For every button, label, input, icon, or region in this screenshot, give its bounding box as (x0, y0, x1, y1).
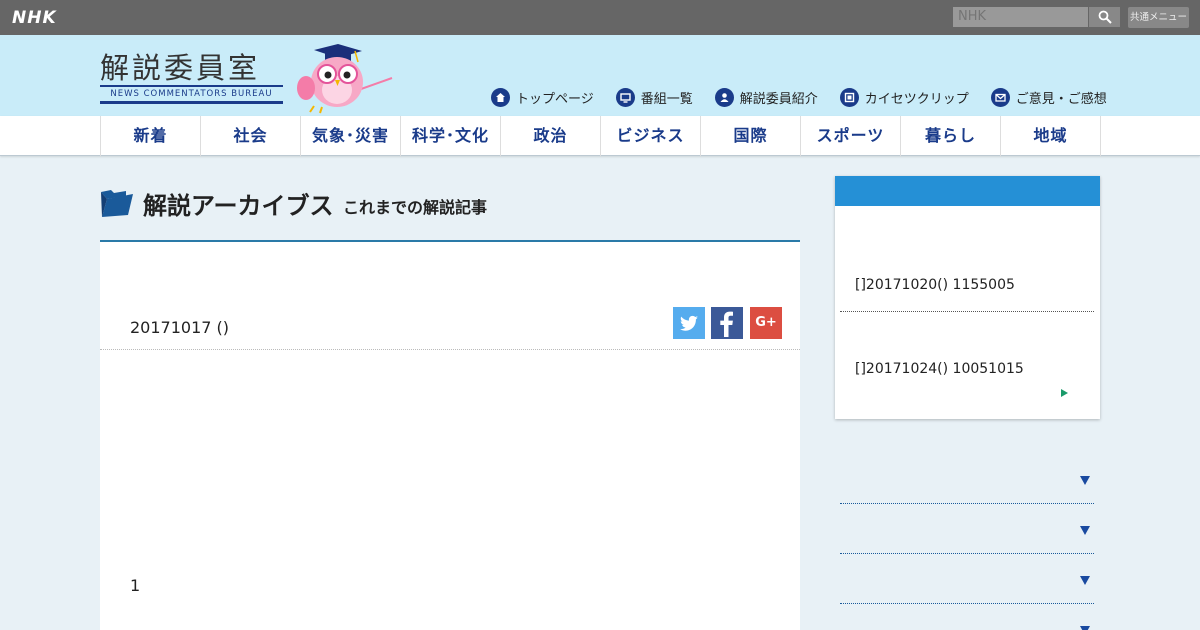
folder-icon (101, 190, 133, 217)
category-tab-science-culture[interactable]: 科学･文化 (401, 116, 501, 156)
facebook-icon (720, 311, 733, 337)
accordion-row[interactable] (840, 554, 1094, 604)
accordion-row[interactable] (840, 454, 1094, 504)
search-button[interactable] (1089, 7, 1120, 27)
nav-link-label: カイセツクリップ (864, 91, 969, 107)
site-header: 解説委員室 NEWS COMMENTATORS BUREAU トップページ 番組… (0, 35, 1200, 116)
common-menu-button[interactable]: 共通メニュー (1128, 7, 1189, 28)
category-tab-sports[interactable]: スポーツ (801, 116, 901, 156)
divider (840, 311, 1094, 312)
person-icon (714, 87, 734, 107)
category-tab-business[interactable]: ビジネス (601, 116, 701, 156)
film-icon (839, 87, 859, 107)
category-tab-lifestyle[interactable]: 暮らし (901, 116, 1001, 156)
mail-icon (990, 87, 1010, 107)
twitter-share-button[interactable] (673, 307, 705, 339)
page-number[interactable]: 1 (130, 576, 140, 595)
article-date: 20171017 () (130, 318, 230, 337)
search-icon (1098, 10, 1112, 24)
google-plus-icon: G+ (755, 315, 777, 330)
owl-mascot-icon (297, 44, 393, 114)
category-nav: 新着 社会 気象･災害 科学･文化 政治 ビジネス 国際 スポーツ 暮らし 地域 (0, 116, 1200, 156)
nav-link-label: 解説委員紹介 (739, 91, 818, 107)
divider (100, 349, 800, 350)
nav-link-clip[interactable]: カイセツクリップ (839, 87, 969, 107)
nav-link-top[interactable]: トップページ (491, 87, 594, 107)
chevron-down-icon (1080, 576, 1090, 585)
tv-icon (615, 87, 635, 107)
home-icon (491, 87, 510, 107)
chevron-down-icon (1080, 626, 1090, 630)
chevron-down-icon (1080, 476, 1090, 485)
google-plus-share-button[interactable]: G+ (750, 307, 782, 339)
sidebar-card-header (835, 176, 1100, 206)
category-tab-politics[interactable]: 政治 (501, 116, 601, 156)
sidebar-card: []20171020() 1155005 []20171024() 100510… (835, 176, 1100, 419)
header-nav: トップページ 番組一覧 解説委員紹介 カイセツクリップ ご意見・ご感想 (491, 87, 1107, 107)
page-subtitle: これまでの解説記事 (343, 198, 488, 217)
nav-link-label: 番組一覧 (640, 91, 693, 107)
sidebar-item[interactable]: []20171024() 10051015 (855, 361, 1024, 377)
search-input[interactable] (953, 7, 1088, 27)
site-title[interactable]: 解説委員室 (100, 45, 260, 87)
category-tab-international[interactable]: 国際 (701, 116, 801, 156)
page-title: 解説アーカイブス (143, 192, 334, 220)
nhk-logo[interactable]: NHK (12, 8, 57, 28)
nav-link-label: トップページ (516, 91, 594, 107)
sidebar-item[interactable]: []20171020() 1155005 (855, 277, 1015, 293)
facebook-share-button[interactable] (711, 307, 743, 339)
category-tab-weather-disaster[interactable]: 気象･災害 (301, 116, 401, 156)
nav-link-programs[interactable]: 番組一覧 (615, 87, 693, 107)
site-subtitle: NEWS COMMENTATORS BUREAU (100, 85, 283, 104)
accordion-row[interactable] (840, 604, 1094, 630)
nav-link-label: ご意見・ご感想 (1015, 91, 1107, 107)
article-card: 20171017 () G+ 1 (100, 240, 800, 630)
more-arrow-icon[interactable] (1061, 389, 1068, 397)
category-tab-new[interactable]: 新着 (101, 116, 201, 156)
nav-link-commentators[interactable]: 解説委員紹介 (714, 87, 818, 107)
nav-link-feedback[interactable]: ご意見・ご感想 (990, 87, 1107, 107)
twitter-icon (680, 315, 698, 331)
chevron-down-icon (1080, 526, 1090, 535)
nhk-top-bar: NHK 共通メニュー (0, 0, 1200, 35)
category-tab-region[interactable]: 地域 (1001, 116, 1101, 156)
accordion-row[interactable] (840, 504, 1094, 554)
category-tab-society[interactable]: 社会 (201, 116, 301, 156)
